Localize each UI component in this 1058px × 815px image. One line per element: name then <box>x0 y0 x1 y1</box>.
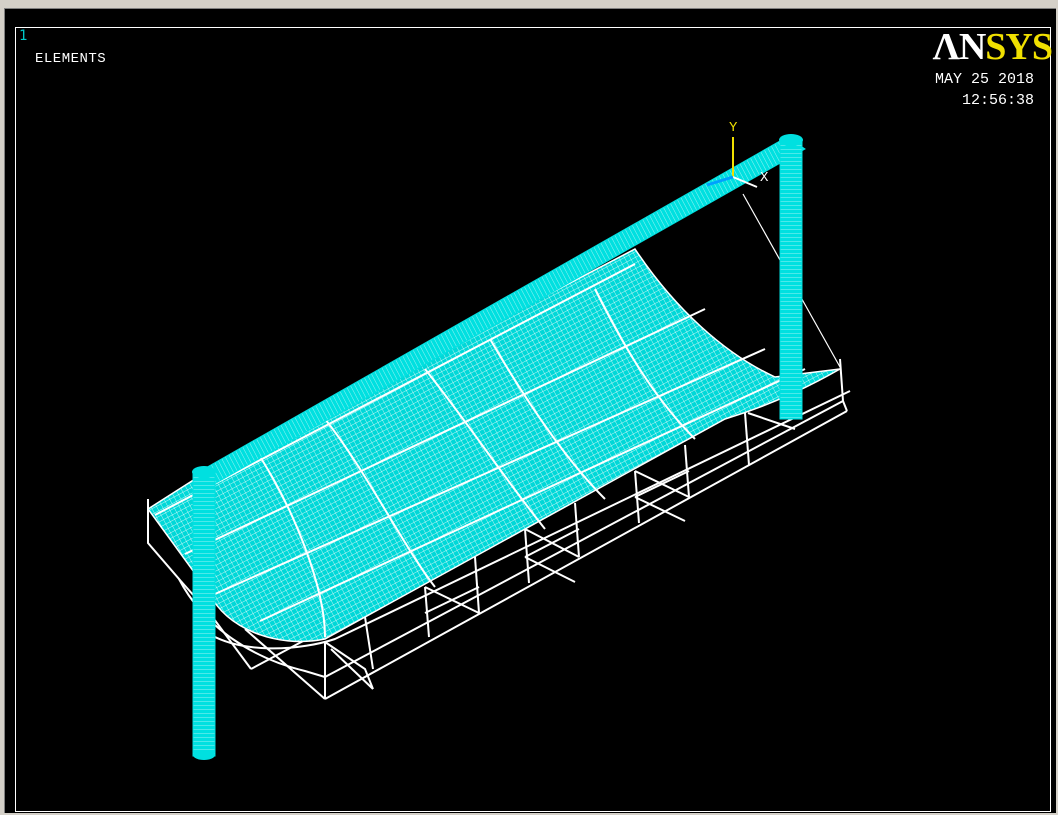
ansys-graphics-frame: Y X 1 ELEMENTS ΛNSYS MAY 25 2018 12:56:3… <box>0 0 1058 815</box>
right-post <box>779 138 803 420</box>
plot-date: MAY 25 2018 <box>934 71 1034 88</box>
fe-model-view[interactable]: Y X <box>5 9 1055 812</box>
graphics-window[interactable]: Y X 1 ELEMENTS ΛNSYS MAY 25 2018 12:56:3… <box>4 8 1056 813</box>
plot-type-label: ELEMENTS <box>35 51 107 67</box>
window-number: 1 <box>19 28 28 44</box>
logo-part-1: ΛN <box>932 26 987 68</box>
left-post <box>192 470 216 757</box>
ansys-logo: ΛNSYS <box>932 26 1053 68</box>
logo-part-2: SYS <box>985 26 1053 68</box>
triad-x-label: X <box>760 170 769 186</box>
plot-time: 12:56:38 <box>961 92 1034 109</box>
triad-y-label: Y <box>729 120 738 136</box>
